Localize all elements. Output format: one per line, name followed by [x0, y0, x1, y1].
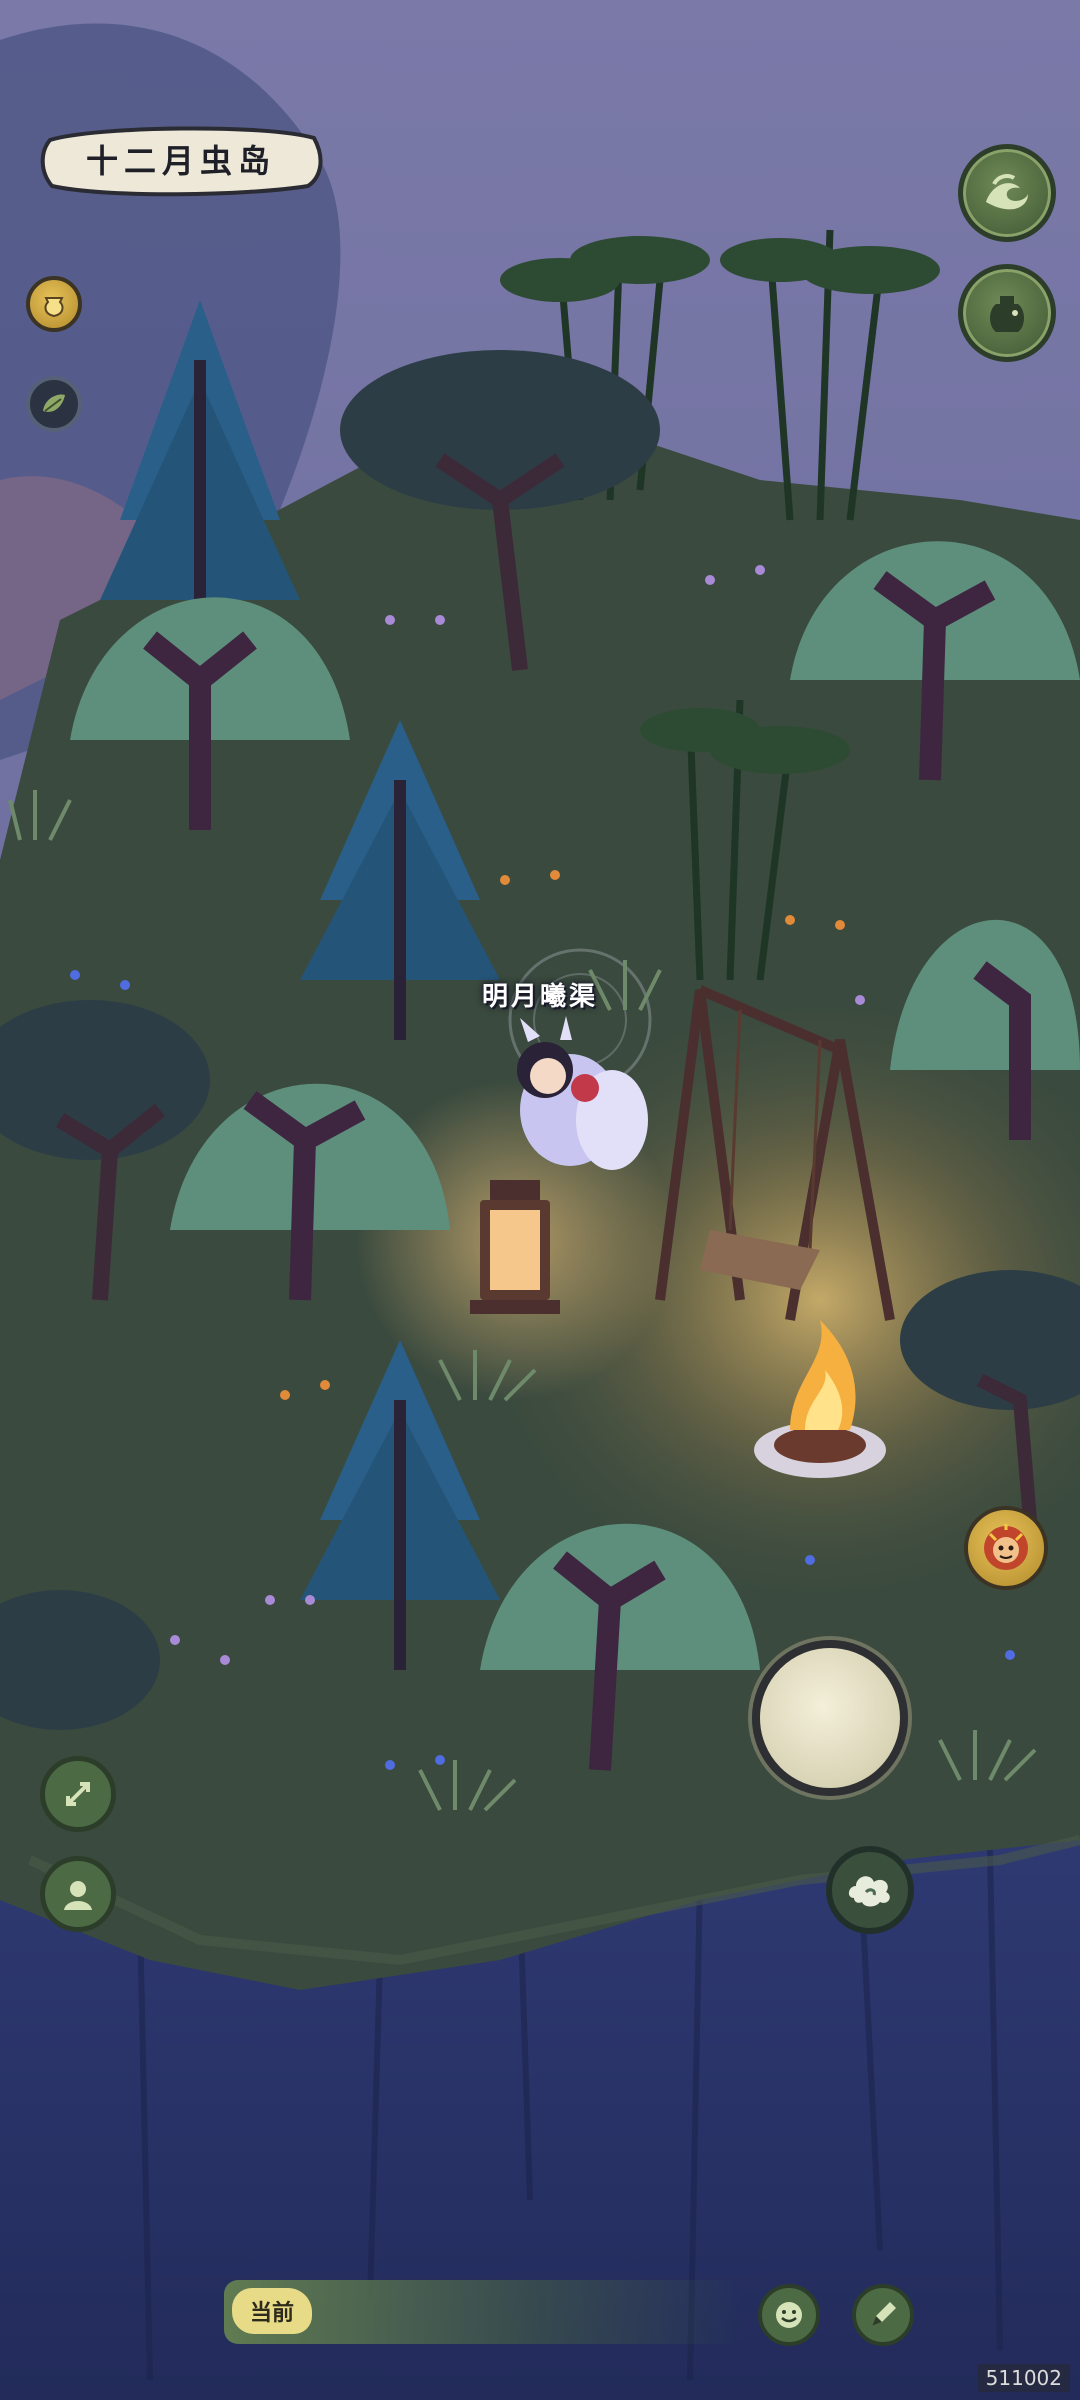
jar-button[interactable]	[958, 264, 1056, 362]
emoji-icon	[776, 2302, 802, 2328]
write-icon	[872, 2302, 896, 2326]
location-title-banner: 十二月虫岛	[36, 120, 326, 198]
movement-joystick[interactable]	[752, 1640, 908, 1796]
write-message-button[interactable]	[852, 2284, 914, 2346]
character-icon	[64, 1881, 92, 1910]
treasure-pot-icon	[44, 297, 64, 318]
cloud-action-button[interactable]	[826, 1846, 914, 1934]
character-button[interactable]	[40, 1856, 116, 1932]
jar-icon	[990, 296, 1024, 332]
leaf-button[interactable]	[26, 376, 82, 432]
wave-button[interactable]	[958, 144, 1056, 242]
monkey-skill-button[interactable]	[964, 1506, 1048, 1590]
island-scene	[0, 0, 1080, 2400]
leaf-icon	[43, 394, 65, 412]
treasure-pot-button[interactable]	[26, 276, 82, 332]
emoji-button[interactable]	[758, 2284, 820, 2346]
monkey-skill-icon	[984, 1524, 1028, 1570]
cloud-icon	[848, 1876, 890, 1907]
location-title: 十二月虫岛	[85, 142, 276, 180]
expand-view-button[interactable]	[40, 1756, 116, 1832]
chat-channel-tag[interactable]: 当前	[232, 2288, 312, 2334]
version-label: 511002	[977, 2364, 1070, 2392]
wave-icon	[986, 174, 1028, 210]
player-name-label: 明月曦渠	[481, 982, 598, 1012]
expand-arrows-icon	[66, 1782, 90, 1806]
